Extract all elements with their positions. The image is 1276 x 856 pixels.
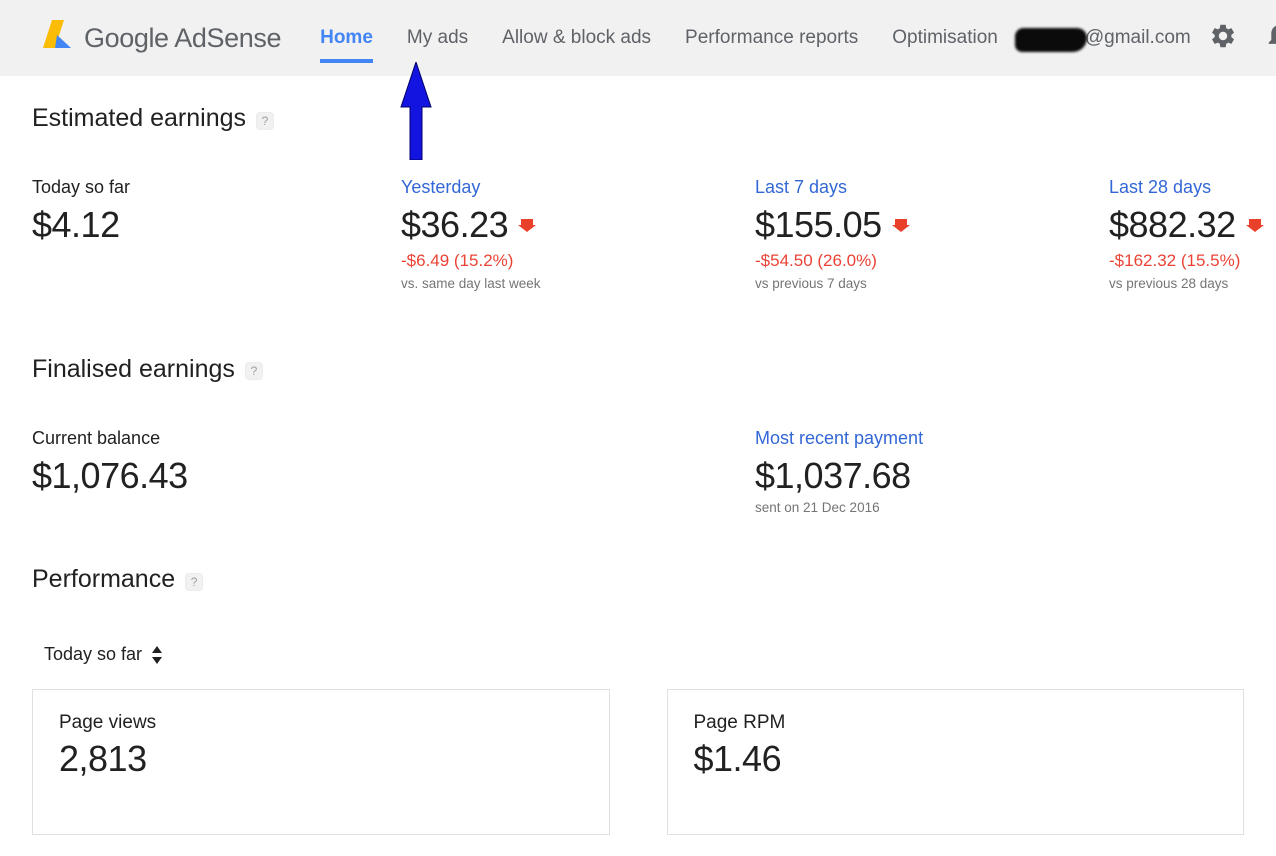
stat-card-page-views[interactable]: Page views 2,813 <box>32 689 610 836</box>
nav-item-optimisation[interactable]: Optimisation <box>875 0 1015 76</box>
performance-header: Performance ? <box>32 565 1244 594</box>
nav-label-home: Home <box>320 27 373 48</box>
metric-value: $155.05 <box>755 204 882 245</box>
metric-sub: sent on 21 Dec 2016 <box>755 500 880 516</box>
brand-product: AdSense <box>174 22 282 53</box>
metric-value-row: $36.23 <box>401 205 755 245</box>
nav-item-performance-reports[interactable]: Performance reports <box>668 0 875 76</box>
settings-button[interactable] <box>1199 14 1247 62</box>
estimated-earnings-title: Estimated earnings <box>32 104 247 132</box>
nav-label-my-ads: My ads <box>406 27 469 48</box>
metric-value: $36.23 <box>401 204 509 245</box>
metric-value: $1,076.43 <box>32 454 188 496</box>
trend-down-icon <box>518 215 537 238</box>
trend-down-icon <box>1245 215 1264 238</box>
metric-label-link[interactable]: Yesterday <box>401 177 755 198</box>
performance-period-row: Today so far <box>32 642 1244 667</box>
brand-google: Google <box>84 22 169 53</box>
app-header: Google AdSense Home My ads Allow & block… <box>0 0 1276 161</box>
finalised-earnings-metrics: Current balance $1,076.43 Most recent pa… <box>32 428 1244 516</box>
metric-label: Today so far <box>32 177 131 197</box>
metric-value: $1,037.68 <box>755 454 911 496</box>
metric-value-row: $1,076.43 <box>32 454 755 496</box>
nav-active-indicator <box>320 59 373 63</box>
main-nav: Home My ads Allow & block ads Performanc… <box>303 0 1015 76</box>
metric-label-link[interactable]: Last 7 days <box>755 177 1109 198</box>
nav-item-my-ads[interactable]: My ads <box>390 0 485 76</box>
metric-delta: -$6.49 (15.2%) <box>401 250 514 270</box>
header-actions: @gmail.com 1 <box>1014 0 1276 76</box>
metric-today-so-far: Today so far $4.12 <box>32 177 401 291</box>
metric-value-row: $4.12 <box>32 205 401 245</box>
estimated-earnings-header: Estimated earnings ? <box>32 104 1244 133</box>
stat-card-value: 2,813 <box>59 738 147 780</box>
bell-icon <box>1265 22 1276 55</box>
performance-title: Performance <box>32 565 176 594</box>
trend-down-icon <box>891 215 910 238</box>
help-question-icon[interactable]: ? <box>244 362 263 381</box>
period-select-value: Today so far <box>44 644 143 665</box>
nav-label-optimisation: Optimisation <box>892 27 998 48</box>
stat-card-value: $1.46 <box>693 738 782 780</box>
metric-value-row: $155.05 <box>755 205 1109 245</box>
metric-label-link[interactable]: Most recent payment <box>755 428 1109 449</box>
nav-item-allow-block-ads[interactable]: Allow & block ads <box>485 0 668 76</box>
main-content: Estimated earnings ? Today so far $4.12 … <box>0 104 1276 836</box>
metric-label-link[interactable]: Last 28 days <box>1109 177 1276 198</box>
performance-cards: Page views 2,813 Page RPM $1.46 <box>32 689 1244 836</box>
metric-yesterday: Yesterday $36.23 -$6.49 (15.2%) vs. same… <box>401 177 755 291</box>
metric-value-row: $1,037.68 <box>755 454 1109 496</box>
metric-last-7-days: Last 7 days $155.05 -$54.50 (26.0%) vs p… <box>755 177 1109 291</box>
nav-label-allow-block-ads: Allow & block ads <box>502 27 652 48</box>
stat-card-label: Page RPM <box>693 712 786 734</box>
notifications-button[interactable]: 1 <box>1255 14 1276 62</box>
metric-delta: -$162.32 (15.5%) <box>1109 250 1241 270</box>
updown-spinner-icon <box>151 645 163 664</box>
metric-value: $882.32 <box>1109 204 1236 245</box>
metric-sub: vs. same day last week <box>401 275 541 291</box>
account-email-domain: @gmail.com <box>1084 27 1191 48</box>
metric-value-row: $882.32 <box>1109 205 1276 245</box>
nav-label-performance-reports: Performance reports <box>685 27 859 48</box>
help-question-icon[interactable]: ? <box>256 111 275 130</box>
estimated-earnings-metrics: Today so far $4.12 Yesterday $36.23 -$6.… <box>32 177 1264 291</box>
gear-icon <box>1209 22 1237 55</box>
brand-logo[interactable]: Google AdSense <box>40 18 281 58</box>
nav-item-home[interactable]: Home <box>303 0 390 76</box>
metric-current-balance: Current balance $1,076.43 <box>32 428 755 516</box>
metric-delta: -$54.50 (26.0%) <box>755 250 877 270</box>
redaction-bar <box>1014 28 1087 52</box>
adsense-logo-icon <box>40 18 74 58</box>
metric-sub: vs previous 7 days <box>755 275 867 291</box>
metric-label: Current balance <box>32 427 161 448</box>
account-email[interactable]: @gmail.com <box>1014 26 1191 52</box>
period-select[interactable]: Today so far <box>40 642 167 667</box>
brand-title: Google AdSense <box>84 23 281 54</box>
metric-value: $4.12 <box>32 204 120 245</box>
metric-last-28-days: Last 28 days $882.32 -$162.32 (15.5%) vs… <box>1109 177 1276 291</box>
help-question-icon[interactable]: ? <box>185 572 204 591</box>
stat-card-label: Page views <box>59 712 157 734</box>
stat-card-page-rpm[interactable]: Page RPM $1.46 <box>666 689 1244 836</box>
metric-most-recent-payment: Most recent payment $1,037.68 sent on 21… <box>755 428 1109 516</box>
finalised-earnings-header: Finalised earnings ? <box>32 355 1244 384</box>
finalised-earnings-title: Finalised earnings <box>32 354 235 383</box>
metric-sub: vs previous 28 days <box>1109 275 1229 291</box>
